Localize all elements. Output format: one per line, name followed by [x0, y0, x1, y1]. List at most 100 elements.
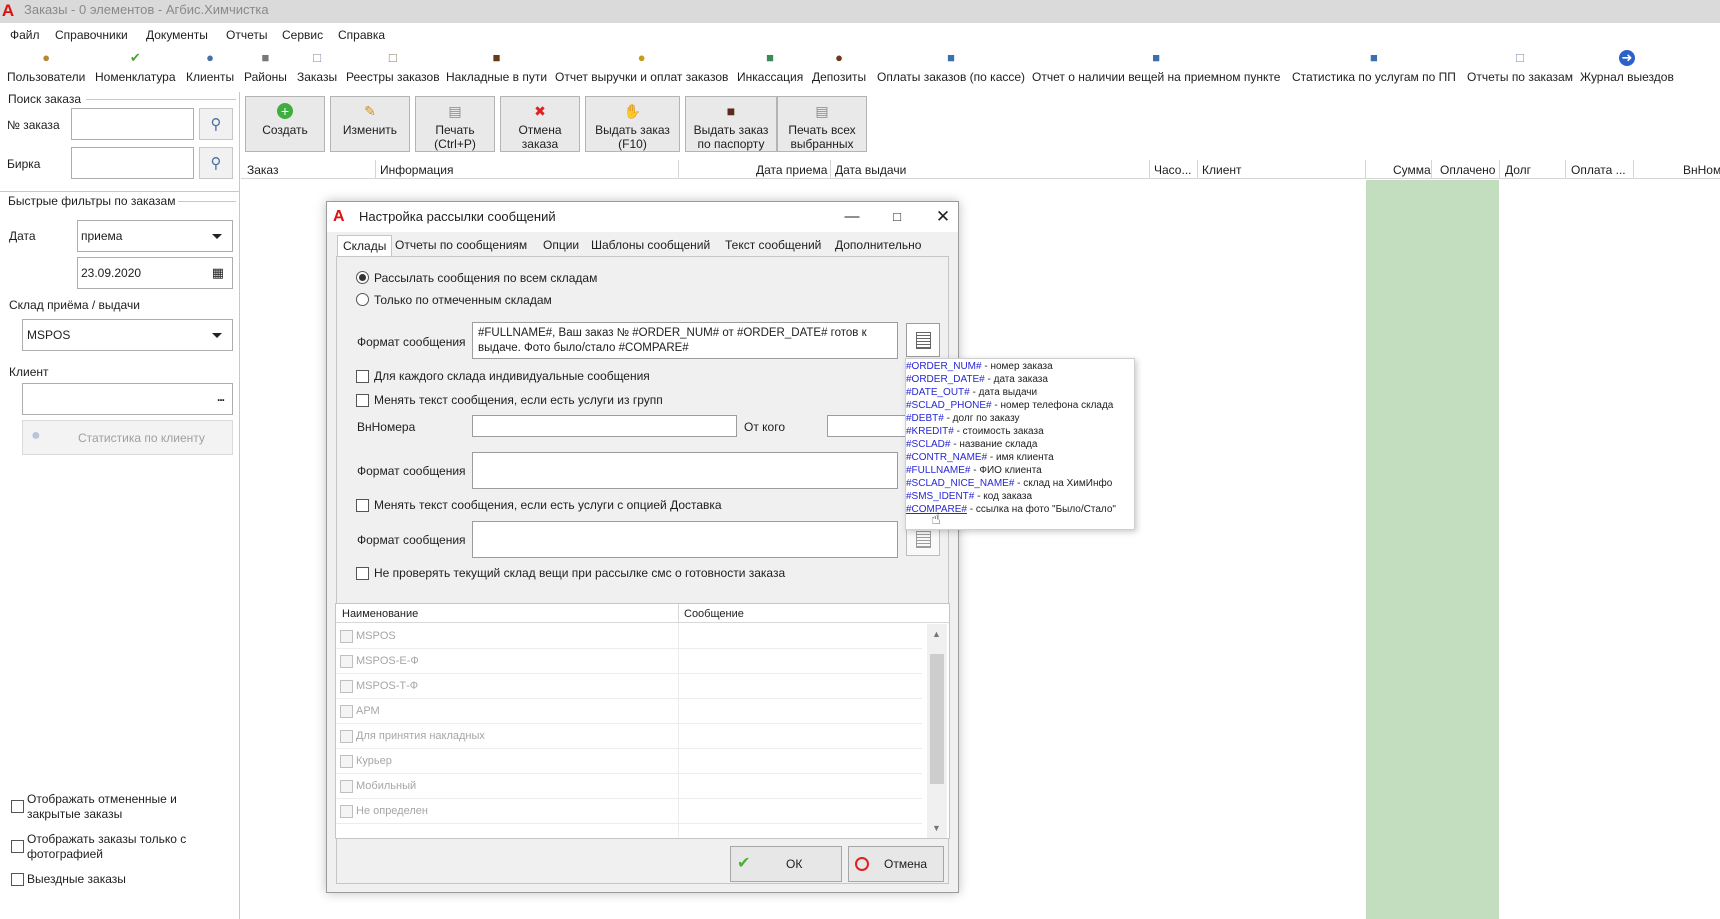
- toolbar-users[interactable]: ● Пользователи: [7, 50, 85, 90]
- list-item-checkbox[interactable]: [340, 705, 353, 718]
- toolbar-waybills[interactable]: ■ Накладные в пути: [446, 50, 547, 90]
- change-groups-checkbox[interactable]: [356, 394, 369, 407]
- variable-item[interactable]: #ORDER_DATE# - дата заказа: [906, 373, 1048, 386]
- calendar-icon[interactable]: ▦: [212, 258, 224, 288]
- date-input[interactable]: 23.09.2020 ▦: [77, 257, 233, 289]
- format-input[interactable]: #FULLNAME#, Ваш заказ № #ORDER_NUM# от #…: [472, 322, 898, 359]
- vn-input[interactable]: [472, 415, 737, 437]
- radio-all-warehouses[interactable]: [356, 271, 369, 284]
- variable-item[interactable]: #SMS_IDENT# - код заказа: [906, 490, 1032, 503]
- print-button[interactable]: ▤ Печать (Ctrl+P): [415, 96, 495, 152]
- change-delivery-checkbox[interactable]: [356, 499, 369, 512]
- variable-item[interactable]: #ORDER_NUM# - номер заказа: [906, 360, 1053, 373]
- list-item[interactable]: Курьер: [336, 749, 922, 774]
- scroll-thumb[interactable]: [930, 654, 944, 784]
- maximize-icon[interactable]: □: [882, 205, 912, 229]
- client-input[interactable]: ...: [22, 383, 233, 415]
- list-item[interactable]: MSPOS-Е-Ф: [336, 649, 922, 674]
- list-item[interactable]: Не определен: [336, 799, 922, 824]
- toolbar-service-stats[interactable]: ■ Статистика по услугам по ПП: [1292, 50, 1456, 90]
- list-item-checkbox[interactable]: [340, 730, 353, 743]
- format-input-2[interactable]: [472, 452, 898, 489]
- menu-help[interactable]: Справка: [338, 28, 385, 42]
- variable-item[interactable]: #CONTR_NAME# - имя клиента: [906, 451, 1054, 464]
- toolbar-revenue-report[interactable]: ● Отчет выручки и оплат заказов: [555, 50, 728, 90]
- warehouse-select[interactable]: MSPOS: [22, 319, 233, 351]
- toolbar-clients[interactable]: ● Клиенты: [186, 50, 234, 90]
- date-type-select[interactable]: приема: [77, 220, 233, 252]
- col-vn-number[interactable]: ВнНоме: [1683, 163, 1720, 177]
- list-item[interactable]: MSPOS: [336, 624, 922, 649]
- menu-reports[interactable]: Отчеты: [226, 28, 267, 42]
- close-icon[interactable]: ✕: [928, 205, 958, 229]
- tab-message-reports[interactable]: Отчеты по сообщениям: [390, 235, 532, 257]
- scroll-down-icon[interactable]: ▼: [932, 823, 941, 833]
- toolbar-deposits[interactable]: ● Депозиты: [812, 50, 866, 90]
- tag-search-button[interactable]: ⚲: [199, 147, 233, 179]
- list-scrollbar[interactable]: ▲ ▼: [927, 624, 947, 838]
- list-item-checkbox[interactable]: [340, 805, 353, 818]
- col-info[interactable]: Информация: [380, 163, 453, 177]
- cancel-order-button[interactable]: ✖ Отмена заказа: [500, 96, 580, 152]
- list-item-checkbox[interactable]: [340, 630, 353, 643]
- create-button[interactable]: + Создать: [245, 96, 325, 152]
- col-name[interactable]: Наименование: [342, 608, 418, 620]
- tag-input[interactable]: [71, 147, 194, 179]
- list-item[interactable]: MSPOS-Т-Ф: [336, 674, 922, 699]
- list-item[interactable]: АРМ: [336, 699, 922, 724]
- toolbar-payments[interactable]: ■ Оплаты заказов (по кассе): [877, 50, 1025, 90]
- col-paid[interactable]: Оплачено: [1440, 163, 1495, 177]
- toolbar-collection[interactable]: ■ Инкассация: [737, 50, 803, 90]
- toolbar-trips-journal[interactable]: ➜ Журнал выездов: [1580, 50, 1674, 90]
- field-orders-checkbox[interactable]: [11, 873, 24, 886]
- list-item-checkbox[interactable]: [340, 680, 353, 693]
- format-input-3[interactable]: [472, 521, 898, 558]
- issue-passport-button[interactable]: ■ Выдать заказ по паспорту: [685, 96, 777, 152]
- col-message[interactable]: Сообщение: [684, 608, 744, 620]
- toolbar-availability-report[interactable]: ■ Отчет о наличии вещей на приемном пункт…: [1032, 50, 1280, 90]
- tab-message-text[interactable]: Текст сообщений: [720, 235, 826, 257]
- radio-marked-warehouses[interactable]: [356, 293, 369, 306]
- format-template-button[interactable]: [906, 323, 940, 357]
- toolbar-orders[interactable]: □ Заказы: [297, 50, 337, 90]
- tab-options[interactable]: Опции: [538, 235, 584, 257]
- cancel-button[interactable]: Отмена: [848, 846, 944, 882]
- toolbar-order-reports[interactable]: □ Отчеты по заказам: [1467, 50, 1573, 90]
- list-item[interactable]: Для принятия накладных: [336, 724, 922, 749]
- menu-documents[interactable]: Документы: [146, 28, 208, 42]
- col-hours[interactable]: Часо...: [1154, 163, 1191, 177]
- order-number-input[interactable]: [71, 108, 194, 140]
- col-sum[interactable]: Сумма: [1393, 163, 1431, 177]
- col-payment[interactable]: Оплата ...: [1571, 163, 1626, 177]
- list-item-checkbox[interactable]: [340, 780, 353, 793]
- variable-item[interactable]: #SCLAD_NICE_NAME# - склад на ХимИнфо: [906, 477, 1112, 490]
- col-client[interactable]: Клиент: [1202, 163, 1242, 177]
- individual-checkbox[interactable]: [356, 370, 369, 383]
- variable-item[interactable]: #DEBT# - долг по заказу: [906, 412, 1020, 425]
- edit-button[interactable]: ✎ Изменить: [330, 96, 410, 152]
- variable-item[interactable]: #SCLAD# - название склада: [906, 438, 1037, 451]
- list-item[interactable]: Мобильный: [336, 774, 922, 799]
- col-date-received[interactable]: Дата приема: [756, 163, 827, 177]
- tab-message-templates[interactable]: Шаблоны сообщений: [586, 235, 715, 257]
- menu-file[interactable]: Файл: [10, 28, 40, 42]
- toolbar-districts[interactable]: ■ Районы: [244, 50, 287, 90]
- toolbar-nomenclature[interactable]: ✔ Номенклатура: [95, 50, 176, 90]
- variable-item[interactable]: #FULLNAME# - ФИО клиента: [906, 464, 1042, 477]
- variable-item[interactable]: #KREDIT# - стоимость заказа: [906, 425, 1044, 438]
- col-order[interactable]: Заказ: [247, 163, 278, 177]
- menu-references[interactable]: Справочники: [55, 28, 128, 42]
- show-cancelled-checkbox[interactable]: [11, 800, 24, 813]
- photo-only-checkbox[interactable]: [11, 840, 24, 853]
- list-item-checkbox[interactable]: [340, 755, 353, 768]
- col-date-issued[interactable]: Дата выдачи: [835, 163, 906, 177]
- variable-item[interactable]: #DATE_OUT# - дата выдачи: [906, 386, 1037, 399]
- ok-button[interactable]: ✔ ОК: [730, 846, 842, 882]
- from-input[interactable]: [827, 415, 907, 437]
- tab-warehouses[interactable]: Склады: [337, 235, 393, 257]
- scroll-up-icon[interactable]: ▲: [932, 629, 941, 639]
- col-debt[interactable]: Долг: [1505, 163, 1531, 177]
- print-all-button[interactable]: ▤ Печать всех выбранных: [777, 96, 867, 152]
- no-check-checkbox[interactable]: [356, 567, 369, 580]
- variable-item[interactable]: #SCLAD_PHONE# - номер телефона склада: [906, 399, 1113, 412]
